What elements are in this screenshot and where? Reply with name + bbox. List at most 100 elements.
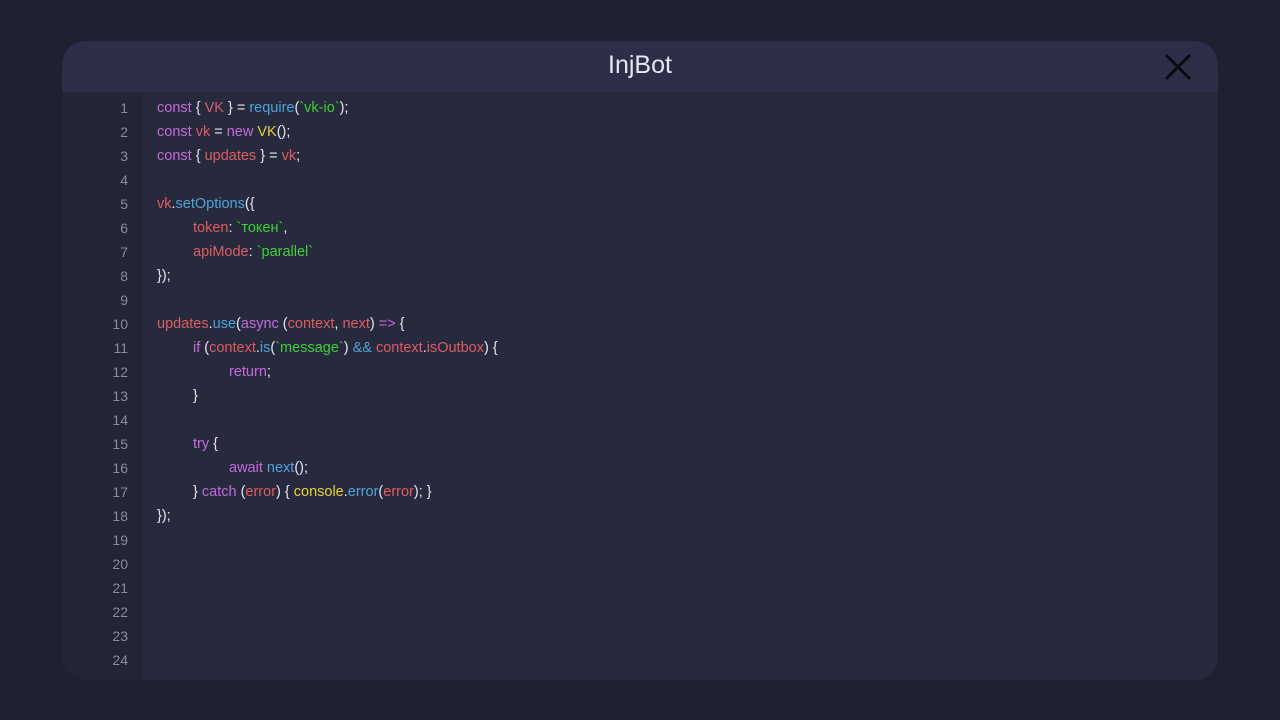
code-token: ) { — [276, 484, 294, 500]
line-number: 18 — [112, 508, 128, 524]
code-token: updates — [157, 316, 209, 332]
code-token: try — [193, 436, 210, 452]
line-number: 17 — [112, 484, 128, 500]
line-number: 10 — [112, 316, 128, 332]
code-token: = — [210, 124, 227, 140]
code-token: ); — [339, 100, 349, 116]
code-token: ; — [296, 148, 301, 164]
code-token: setOptions — [175, 196, 245, 212]
line-number: 24 — [112, 652, 128, 668]
code-token: } = — [223, 100, 250, 116]
code-token: is — [259, 340, 271, 356]
code-area[interactable]: const { VK } = require(`vk-io`); const vk… — [157, 92, 1218, 680]
code-token: , — [283, 220, 288, 236]
close-icon[interactable] — [1164, 53, 1192, 81]
code-token: `токен` — [236, 220, 284, 236]
line-number: 13 — [112, 388, 128, 404]
code-line: await next(); — [229, 456, 308, 480]
code-token: use — [212, 316, 237, 332]
code-token: && — [352, 340, 372, 356]
code-token: `parallel` — [256, 244, 314, 260]
code-line: if (context.is(`message`) && context.isO… — [193, 336, 498, 360]
line-number: 8 — [120, 268, 128, 284]
code-token: `vk-io` — [299, 100, 340, 116]
code-token: context — [375, 340, 423, 356]
code-token: vk — [281, 148, 297, 164]
code-token: error — [383, 484, 414, 500]
code-line: const vk = new VK(); — [157, 120, 290, 144]
code-line: const { VK } = require(`vk-io`); — [157, 96, 348, 120]
code-token: error — [245, 484, 277, 500]
line-number: 14 — [112, 412, 128, 428]
code-token: VK — [257, 124, 277, 140]
code-token: ( — [200, 340, 210, 356]
code-token: } — [193, 484, 202, 500]
code-token: ; — [266, 364, 271, 380]
code-token: { — [209, 436, 218, 452]
code-line: return; — [229, 360, 271, 384]
line-number: 15 — [112, 436, 128, 452]
code-line: try { — [193, 432, 218, 456]
line-number: 2 — [120, 124, 128, 140]
code-token: next — [342, 316, 370, 332]
code-token: console — [293, 484, 344, 500]
code-token: ( — [278, 316, 288, 332]
line-number: 20 — [112, 556, 128, 572]
line-number: 9 — [120, 292, 128, 308]
code-token: require — [249, 100, 295, 116]
editor-window: InjBot 1 2 3 4 5 6 7 8 9 10 11 12 13 14 15 16 17 18 19 20 21… — [62, 41, 1218, 680]
line-number: 16 — [112, 460, 128, 476]
code-token: next — [266, 460, 295, 476]
line-number: 11 — [113, 340, 128, 356]
code-token: : — [228, 220, 237, 236]
code-line: token: `токен`, — [193, 216, 287, 240]
code-token: token — [193, 220, 229, 236]
code-token: ) { — [483, 340, 498, 356]
code-token: }); — [157, 508, 171, 524]
line-number: 23 — [112, 628, 128, 644]
line-number-gutter: 1 2 3 4 5 6 7 8 9 10 11 12 13 14 15 16 17 18 19 20 21 22 23 24 — [62, 92, 143, 680]
line-number: 21 — [112, 580, 128, 596]
code-token: apiMode — [193, 244, 249, 260]
code-line: const { updates } = vk; — [157, 144, 300, 168]
code-token: isOutbox — [426, 340, 484, 356]
line-number: 19 — [112, 532, 128, 548]
line-number: 1 — [120, 100, 128, 116]
code-token: const — [157, 124, 192, 140]
window-title: InjBot — [608, 51, 672, 79]
line-number: 7 — [120, 244, 128, 260]
code-token: (); — [294, 460, 308, 476]
code-token: ) — [343, 340, 353, 356]
code-line: vk.setOptions({ — [157, 192, 255, 216]
code-line: updates.use(async (context, next) => { — [157, 312, 405, 336]
line-number: 22 — [112, 604, 128, 620]
code-token: error — [347, 484, 379, 500]
code-token: ) — [369, 316, 379, 332]
code-token: ); } — [413, 484, 432, 500]
code-token: { — [191, 148, 205, 164]
code-token: context — [209, 340, 256, 356]
code-token: vk — [157, 196, 172, 212]
line-number: 4 — [120, 172, 128, 188]
code-token: => — [378, 316, 396, 332]
code-token: } — [193, 388, 198, 404]
code-token: async — [240, 316, 279, 332]
code-token: vk — [195, 124, 211, 140]
code-token: await — [229, 460, 263, 476]
title-bar: InjBot — [62, 41, 1218, 92]
code-token: { — [191, 100, 205, 116]
code-line: }); — [157, 504, 171, 528]
code-line: } — [193, 384, 198, 408]
code-token: : — [248, 244, 257, 260]
line-number: 12 — [112, 364, 128, 380]
code-token: new — [226, 124, 254, 140]
code-line: apiMode: `parallel` — [193, 240, 313, 264]
code-token: context — [287, 316, 335, 332]
code-token: } = — [256, 148, 282, 164]
code-token: VK — [204, 100, 224, 116]
code-token: (); — [276, 124, 291, 140]
code-token: `message` — [275, 340, 344, 356]
code-token: ({ — [244, 196, 255, 212]
code-token: { — [395, 316, 405, 332]
code-token: return — [229, 364, 267, 380]
